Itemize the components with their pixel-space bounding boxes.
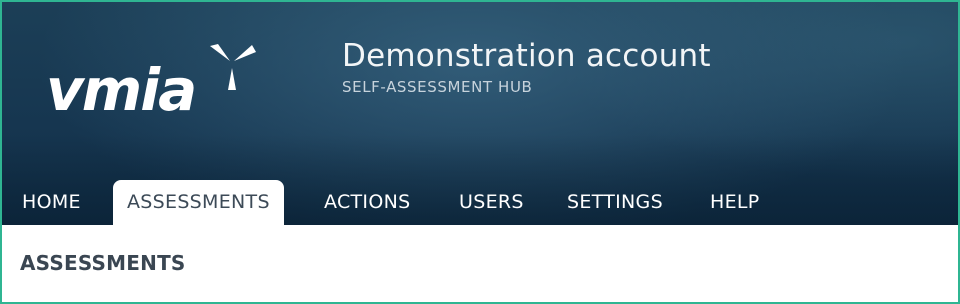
svg-text:vmia: vmia	[46, 56, 195, 122]
main-content: ASSESSMENTS	[2, 225, 958, 302]
tab-users[interactable]: USERS	[459, 180, 524, 225]
tab-help[interactable]: HELP	[710, 180, 760, 225]
tab-actions[interactable]: ACTIONS	[324, 180, 410, 225]
main-nav: HOME ASSESSMENTS ACTIONS USERS SETTINGS …	[2, 180, 958, 225]
header-banner: vmia Demonstration account SELF-ASSESSME…	[2, 2, 958, 225]
page-title: ASSESSMENTS	[20, 251, 186, 275]
app-frame: vmia Demonstration account SELF-ASSESSME…	[0, 0, 960, 304]
vmia-logo[interactable]: vmia	[46, 42, 266, 122]
tab-settings[interactable]: SETTINGS	[567, 180, 663, 225]
account-info: Demonstration account SELF-ASSESSMENT HU…	[342, 36, 711, 96]
hub-subtitle: SELF-ASSESSMENT HUB	[342, 78, 533, 96]
account-name: Demonstration account	[342, 38, 711, 74]
tab-assessments[interactable]: ASSESSMENTS	[113, 180, 284, 225]
tab-home[interactable]: HOME	[22, 180, 81, 225]
